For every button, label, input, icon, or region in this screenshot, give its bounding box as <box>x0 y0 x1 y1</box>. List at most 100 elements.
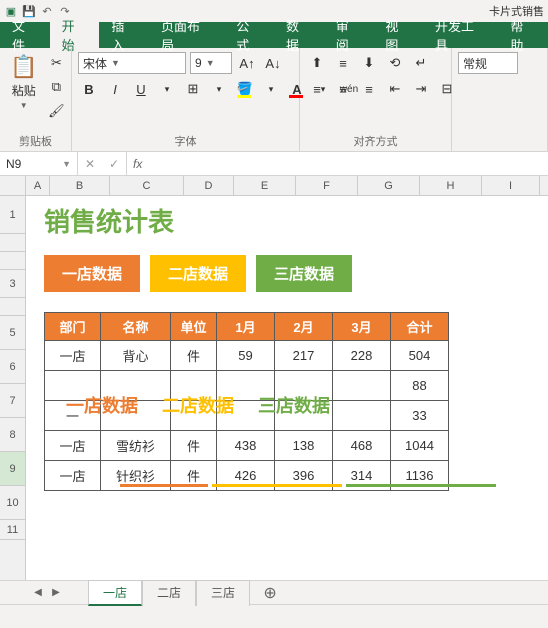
table-cell[interactable] <box>217 371 275 401</box>
align-bottom-icon[interactable]: ⬇ <box>358 52 380 74</box>
table-cell[interactable]: 504 <box>391 341 449 371</box>
card-tab-3[interactable]: 三店数据 <box>256 255 352 292</box>
table-cell[interactable] <box>217 401 275 431</box>
copy-icon[interactable]: ⧉ <box>45 76 67 98</box>
table-cell[interactable] <box>333 371 391 401</box>
column-header[interactable]: G <box>358 176 420 195</box>
table-cell[interactable]: 一 <box>45 401 101 431</box>
align-left-icon[interactable]: ≡ <box>306 78 328 100</box>
column-header[interactable]: A <box>26 176 50 195</box>
column-header[interactable]: C <box>110 176 184 195</box>
cut-icon[interactable]: ✂ <box>45 52 67 74</box>
align-top-icon[interactable]: ⬆ <box>306 52 328 74</box>
row-header[interactable] <box>0 176 25 196</box>
row-header[interactable]: 7 <box>0 384 25 418</box>
row-header[interactable] <box>0 252 25 270</box>
ribbon-tab[interactable]: 页面布局 <box>149 22 224 48</box>
table-cell[interactable] <box>171 371 217 401</box>
table-cell[interactable]: 59 <box>217 341 275 371</box>
card-tab-2[interactable]: 二店数据 <box>150 255 246 292</box>
row-header[interactable]: 1 <box>0 196 25 234</box>
row-header[interactable]: 6 <box>0 350 25 384</box>
sheet-nav-next-icon[interactable]: ▶ <box>48 587 64 598</box>
sheet-tab[interactable]: 二店 <box>142 580 196 606</box>
cancel-formula-icon[interactable]: ✕ <box>78 157 102 171</box>
column-header[interactable]: I <box>482 176 540 195</box>
table-cell[interactable]: 228 <box>333 341 391 371</box>
wrap-text-icon[interactable]: ↵ <box>410 52 432 74</box>
sheet-tab[interactable]: 三店 <box>196 580 250 606</box>
align-middle-icon[interactable]: ≡ <box>332 52 354 74</box>
ribbon-tab[interactable]: 审阅 <box>324 22 374 48</box>
sheet-tab[interactable]: 一店 <box>88 580 142 606</box>
row-header[interactable]: 11 <box>0 520 25 540</box>
table-cell[interactable]: 1044 <box>391 431 449 461</box>
table-cell[interactable]: 33 <box>391 401 449 431</box>
row-header[interactable]: 5 <box>0 316 25 350</box>
sheet-nav-prev-icon[interactable]: ◀ <box>30 587 46 598</box>
row-header[interactable]: 9 <box>0 452 25 486</box>
ribbon-tab[interactable]: 开发工具 <box>423 22 498 48</box>
table-cell[interactable] <box>275 401 333 431</box>
row-header[interactable] <box>0 234 25 252</box>
table-cell[interactable]: 一店 <box>45 341 101 371</box>
undo-icon[interactable]: ↶ <box>40 4 54 18</box>
card-tab-1[interactable]: 一店数据 <box>44 255 140 292</box>
add-sheet-button[interactable]: ⊕ <box>258 583 282 603</box>
column-header[interactable]: H <box>420 176 482 195</box>
align-right-icon[interactable]: ≡ <box>358 78 380 100</box>
table-cell[interactable]: 件 <box>171 341 217 371</box>
table-cell[interactable] <box>333 401 391 431</box>
formula-input[interactable] <box>148 152 548 175</box>
border-button[interactable]: ⊞ <box>182 78 204 100</box>
ribbon-tab[interactable]: 开始 <box>50 22 100 48</box>
font-name-dropdown[interactable]: 宋体▼ <box>78 52 186 74</box>
italic-button[interactable]: I <box>104 78 126 100</box>
ribbon-tab[interactable]: 数据 <box>274 22 324 48</box>
decrease-font-icon[interactable]: A↓ <box>262 52 284 74</box>
table-cell[interactable]: 一店 <box>45 461 101 491</box>
align-center-icon[interactable]: ≡ <box>332 78 354 100</box>
row-header[interactable]: 8 <box>0 418 25 452</box>
paste-button[interactable]: 📋 粘贴 ▼ <box>6 52 41 112</box>
table-cell[interactable] <box>45 371 101 401</box>
table-cell[interactable]: 438 <box>217 431 275 461</box>
ribbon-tab[interactable]: 文件 <box>0 22 50 48</box>
number-format-dropdown[interactable]: 常规 <box>458 52 518 74</box>
table-cell[interactable]: 88 <box>391 371 449 401</box>
table-cell[interactable]: 468 <box>333 431 391 461</box>
table-cell[interactable]: 一店 <box>45 431 101 461</box>
table-cell[interactable] <box>101 371 171 401</box>
ribbon-tab[interactable]: 公式 <box>224 22 274 48</box>
increase-font-icon[interactable]: A↑ <box>236 52 258 74</box>
row-header[interactable]: 3 <box>0 270 25 298</box>
table-cell[interactable] <box>101 401 171 431</box>
underline-button[interactable]: U <box>130 78 152 100</box>
ribbon-tab[interactable]: 视图 <box>373 22 423 48</box>
table-cell[interactable]: 件 <box>171 431 217 461</box>
table-cell[interactable] <box>275 371 333 401</box>
table-cell[interactable] <box>171 401 217 431</box>
column-header[interactable]: E <box>234 176 296 195</box>
font-color-button[interactable]: A <box>286 78 308 100</box>
table-cell[interactable]: 217 <box>275 341 333 371</box>
column-header[interactable]: D <box>184 176 234 195</box>
name-box[interactable]: N9▼ <box>0 152 78 175</box>
ribbon-tab[interactable]: 插入 <box>99 22 149 48</box>
enter-formula-icon[interactable]: ✓ <box>102 157 126 171</box>
table-cell[interactable]: 138 <box>275 431 333 461</box>
row-header[interactable]: 10 <box>0 486 25 520</box>
orientation-icon[interactable]: ⟲ <box>384 52 406 74</box>
table-cell[interactable]: 雪纺衫 <box>101 431 171 461</box>
increase-indent-icon[interactable]: ⇥ <box>410 78 432 100</box>
bold-button[interactable]: B <box>78 78 100 100</box>
table-cell[interactable]: 背心 <box>101 341 171 371</box>
spreadsheet-grid[interactable]: 13567891011 ABCDEFGHI 销售统计表 一店数据 二店数据 三店… <box>0 176 548 580</box>
row-header[interactable] <box>0 298 25 316</box>
format-painter-icon[interactable]: 🖌 <box>45 100 67 122</box>
fill-color-button[interactable]: 🪣 <box>234 78 256 100</box>
column-header[interactable]: F <box>296 176 358 195</box>
font-size-dropdown[interactable]: 9▼ <box>190 52 232 74</box>
fx-icon[interactable]: fx <box>127 152 148 175</box>
column-header[interactable]: B <box>50 176 110 195</box>
